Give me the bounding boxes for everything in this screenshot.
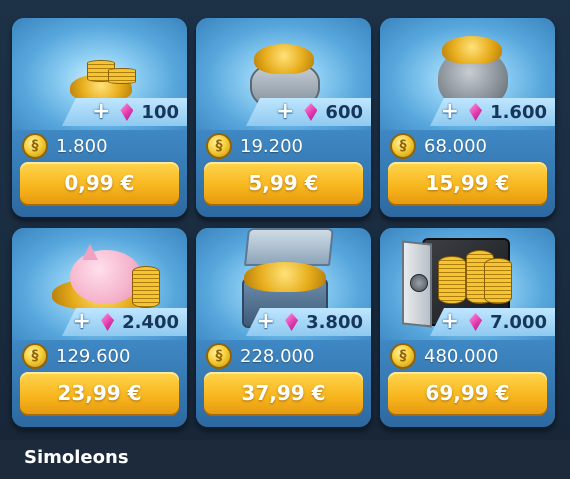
pack-card-3[interactable]: + 1.600 § 68.000 15,99 € [380,18,555,217]
coin-amount: 1.800 [56,135,108,157]
buy-button[interactable]: 23,99 € [20,372,179,414]
bonus-gems-ribbon: + 3.800 [246,308,371,336]
coin-stack-image [132,266,160,308]
bonus-gems-amount: 1.600 [490,101,547,123]
buy-button[interactable]: 69,99 € [388,372,547,414]
coin-pile-image [442,36,502,64]
coin-amount: 228.000 [240,345,315,367]
bonus-gems-ribbon: + 100 [62,98,187,126]
chest-lid-image [244,228,334,266]
simoleon-coin-icon: § [22,133,48,159]
bonus-gems-amount: 2.400 [122,311,179,333]
coin-amount-row: § 1.800 [22,132,108,160]
plus-icon: + [440,99,460,124]
buy-button[interactable]: 15,99 € [388,162,547,204]
coin-amount-row: § 228.000 [206,342,314,370]
coin-amount: 129.600 [56,345,131,367]
coin-stack-image [108,68,136,84]
pack-card-2[interactable]: + 600 § 19.200 5,99 € [196,18,371,217]
pink-gem-icon [120,103,134,121]
pack-card-5[interactable]: + 3.800 § 228.000 37,99 € [196,228,371,427]
bonus-gems-amount: 100 [141,101,179,123]
plus-icon: + [275,99,295,124]
buy-button[interactable]: 5,99 € [204,162,363,204]
pink-gem-icon [285,313,299,331]
simoleon-coin-icon: § [22,343,48,369]
simoleon-coin-icon: § [390,133,416,159]
section-title: Simoleons [24,447,129,468]
pink-gem-icon [304,103,318,121]
coin-pile-image [244,262,326,292]
bonus-gems-amount: 600 [325,101,363,123]
simoleon-coin-icon: § [206,133,232,159]
coin-pile-image [254,44,314,74]
coin-stack-image [484,258,512,304]
plus-icon: + [72,309,92,334]
bonus-gems-ribbon: + 7.000 [430,308,555,336]
bonus-gems-amount: 7.000 [490,311,547,333]
plus-icon: + [256,309,276,334]
bonus-gems-ribbon: + 2.400 [62,308,187,336]
coin-amount-row: § 68.000 [390,132,487,160]
safe-dial-image [410,274,428,292]
plus-icon: + [440,309,460,334]
bonus-gems-ribbon: + 1.600 [430,98,555,126]
pack-card-6[interactable]: + 7.000 § 480.000 69,99 € [380,228,555,427]
coin-amount: 480.000 [424,345,499,367]
pack-card-1[interactable]: + 100 § 1.800 0,99 € [12,18,187,217]
pack-grid: + 100 § 1.800 0,99 € + 600 § 19.200 5,99… [12,18,558,428]
buy-button[interactable]: 0,99 € [20,162,179,204]
plus-icon: + [91,99,111,124]
pack-card-4[interactable]: + 2.400 § 129.600 23,99 € [12,228,187,427]
pink-gem-icon [101,313,115,331]
simoleon-coin-icon: § [206,343,232,369]
coin-amount-row: § 129.600 [22,342,130,370]
coin-stack-image [438,256,466,304]
buy-button[interactable]: 37,99 € [204,372,363,414]
coin-amount-row: § 19.200 [206,132,303,160]
simoleon-coin-icon: § [390,343,416,369]
bonus-gems-amount: 3.800 [306,311,363,333]
pink-gem-icon [469,103,483,121]
pink-gem-icon [469,313,483,331]
coin-amount: 68.000 [424,135,487,157]
bonus-gems-ribbon: + 600 [246,98,371,126]
coin-amount: 19.200 [240,135,303,157]
coin-amount-row: § 480.000 [390,342,498,370]
